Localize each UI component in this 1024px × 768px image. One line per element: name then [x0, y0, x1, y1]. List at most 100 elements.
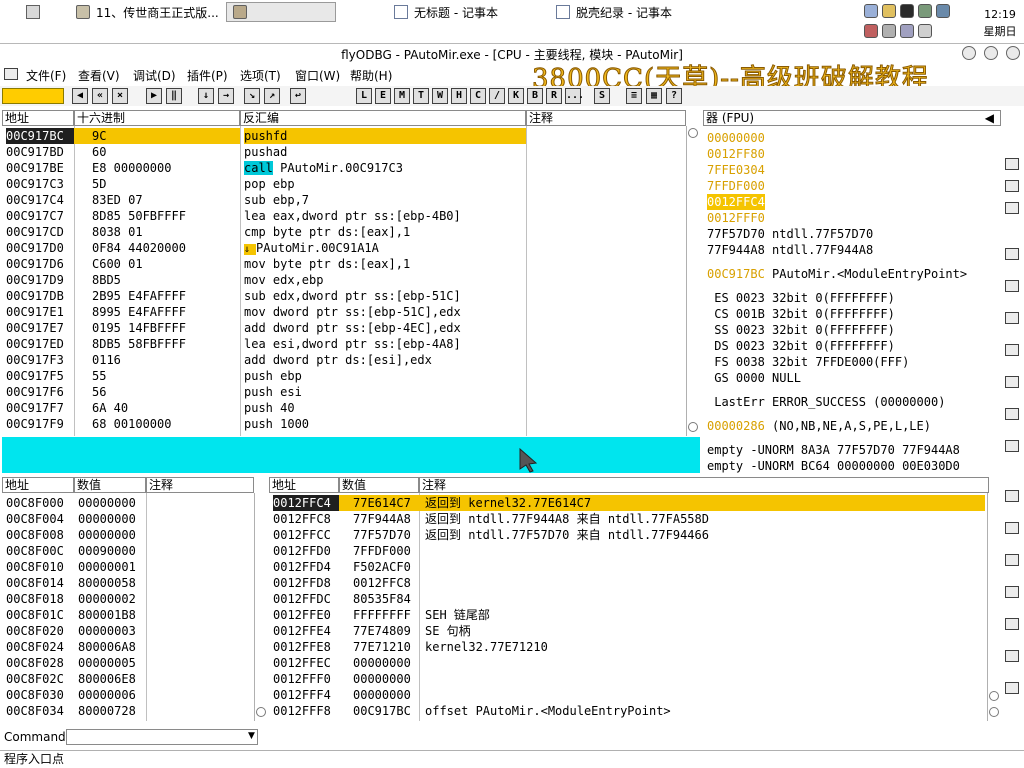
help-icon[interactable]: ? [666, 88, 682, 104]
pause-icon[interactable]: ‖ [166, 88, 182, 104]
menu-plugins[interactable]: 插件(P) [187, 67, 228, 84]
tray-app-icon[interactable] [918, 24, 932, 38]
stack-row[interactable]: 0012FFEC 00000000 [269, 655, 987, 671]
menu-file[interactable]: 文件(F) [26, 67, 66, 84]
dump-row[interactable]: 00C8F000 00000000 [2, 495, 254, 511]
column-header-comment[interactable]: 注释 [146, 477, 254, 493]
column-header-address[interactable]: 地址 [2, 110, 74, 126]
step-into-icon[interactable]: ↓ [198, 88, 214, 104]
column-header-comment[interactable]: 注释 [526, 110, 686, 126]
register-action-icon[interactable] [1005, 248, 1019, 260]
options-icon[interactable]: ≡ [626, 88, 642, 104]
register-line[interactable]: 77F57D70 ntdll.77F57D70 [707, 226, 873, 242]
stack-row[interactable]: 0012FFC4 77E614C7 返回到 kernel32.77E614C7 [269, 495, 987, 511]
register-line[interactable]: 00000286 (NO,NB,NE,A,S,PE,L,LE) [707, 418, 931, 434]
stack-row[interactable]: 0012FFF4 00000000 [269, 687, 987, 703]
command-input[interactable] [66, 729, 258, 745]
stack-pane[interactable]: 地址 数值 注释 0012FFC4 77E614C7 返回到 kernel32.77… [269, 477, 1001, 721]
disasm-row[interactable]: 00C917D0 0F84 44020000 ⇓ PAutoMir.00C91A1A [2, 240, 686, 256]
disasm-row[interactable]: 00C917E7 0195 14FBFFFF add dword ptr ss:[e… [2, 320, 686, 336]
stack-action-icon[interactable] [1005, 650, 1019, 662]
stack-action-icon[interactable] [1005, 586, 1019, 598]
dump-row[interactable]: 00C8F024 800006A8 [2, 639, 254, 655]
register-action-icon[interactable] [1005, 408, 1019, 420]
disasm-row[interactable]: 00C917BC 9C pushfd [2, 128, 686, 144]
maximize-button[interactable] [984, 46, 998, 60]
column-header-value[interactable]: 数值 [74, 477, 146, 493]
registers-pane[interactable]: 器 (FPU) ◀ 00000000 0012FF80 7FFE0304 7FFDF0… [703, 110, 1001, 474]
register-stack-value[interactable]: 7FFE0304 [707, 162, 765, 178]
disasm-row[interactable]: 00C917BD 60 pushad [2, 144, 686, 160]
disasm-row[interactable]: 00C917F7 6A 40 push 40 [2, 400, 686, 416]
column-header-value[interactable]: 数值 [339, 477, 419, 493]
dump-row[interactable]: 00C8F010 00000001 [2, 559, 254, 575]
dump-row[interactable]: 00C8F028 00000005 [2, 655, 254, 671]
volume-icon[interactable] [882, 24, 896, 38]
dump-row[interactable]: 00C8F008 00000000 [2, 527, 254, 543]
run-trace-button[interactable]: ... [565, 88, 584, 104]
register-line[interactable]: FS 0038 32bit 7FFDE000(FFF) [707, 354, 909, 370]
register-action-icon[interactable] [1005, 376, 1019, 388]
register-line[interactable]: 00C917BC PAutoMir.<ModuleEntryPoint> [707, 266, 967, 282]
register-action-icon[interactable] [1005, 344, 1019, 356]
column-header-hex[interactable]: 十六进制 [74, 110, 240, 126]
stack-action-icon[interactable] [1005, 490, 1019, 502]
stack-row[interactable]: 0012FFF8 00C917BC offset PAutoMir.<ModuleE… [269, 703, 987, 719]
step-over-icon[interactable]: → [218, 88, 234, 104]
windows-button[interactable]: W [432, 88, 448, 104]
executables-button[interactable]: E [375, 88, 391, 104]
disasm-row[interactable]: 00C917C3 5D pop ebp [2, 176, 686, 192]
disasm-row[interactable]: 00C917F6 56 push esi [2, 384, 686, 400]
dump-row[interactable]: 00C8F00C 00090000 [2, 543, 254, 559]
register-action-icon[interactable] [1005, 180, 1019, 192]
disassembly-scrollbar[interactable] [686, 126, 699, 436]
appearance-icon[interactable]: ▦ [646, 88, 662, 104]
restart-icon[interactable]: « [92, 88, 108, 104]
register-action-icon[interactable] [1005, 202, 1019, 214]
child-window-icon[interactable] [4, 68, 18, 80]
scroll-up-icon[interactable] [688, 128, 698, 138]
minimize-button[interactable] [962, 46, 976, 60]
register-stack-value[interactable]: 00000000 [707, 130, 765, 146]
dump-row[interactable]: 00C8F014 80000058 [2, 575, 254, 591]
collapse-icon[interactable]: ◀ [985, 111, 994, 125]
register-action-icon[interactable] [1005, 158, 1019, 170]
column-header-address[interactable]: 地址 [2, 477, 74, 493]
register-line[interactable]: LastErr ERROR_SUCCESS (00000000) [707, 394, 945, 410]
tray-app-icon[interactable] [900, 24, 914, 38]
disasm-row[interactable]: 00C917D6 C600 01 mov byte ptr ds:[eax],1 [2, 256, 686, 272]
memory-dump-pane[interactable]: 地址 数值 注释 00C8F000 00000000 00C8F004 0000000… [2, 477, 266, 721]
close-program-icon[interactable]: × [112, 88, 128, 104]
column-header-disassembly[interactable]: 反汇编 [240, 110, 526, 126]
register-action-icon[interactable] [1005, 440, 1019, 452]
handles-button[interactable]: H [451, 88, 467, 104]
register-line[interactable]: GS 0000 NULL [707, 370, 801, 386]
stack-row[interactable]: 0012FFF0 00000000 [269, 671, 987, 687]
dump-row[interactable]: 00C8F030 00000006 [2, 687, 254, 703]
tray-app-icon[interactable] [882, 4, 896, 18]
taskbar-item-debugger[interactable] [226, 2, 336, 22]
disasm-row[interactable]: 00C917D9 8BD5 mov edx,ebp [2, 272, 686, 288]
disasm-row[interactable]: 00C917F5 55 push ebp [2, 368, 686, 384]
disasm-row[interactable]: 00C917CD 8038 01 cmp byte ptr ds:[eax],1 [2, 224, 686, 240]
stack-scrollbar[interactable] [987, 493, 1000, 721]
stack-row[interactable]: 0012FFDC 80535F84 [269, 591, 987, 607]
scroll-down-icon[interactable] [256, 707, 266, 717]
disasm-row[interactable]: 00C917ED 8DB5 58FBFFFF lea esi,dword ptr s… [2, 336, 686, 352]
play-icon[interactable] [900, 4, 914, 18]
chevron-down-icon[interactable]: ▼ [248, 731, 255, 741]
dump-row[interactable]: 00C8F020 00000003 [2, 623, 254, 639]
menu-debug[interactable]: 调试(D) [133, 67, 176, 84]
taskbar-item-tutorial[interactable]: 11、传世商王正式版... [70, 2, 225, 22]
disasm-row[interactable]: 00C917F3 0116 add dword ptr ds:[esi],edx [2, 352, 686, 368]
disasm-row[interactable]: 00C917BE E8 00000000 call PAutoMir.00C917C… [2, 160, 686, 176]
stack-row[interactable]: 0012FFD0 7FFDF000 [269, 543, 987, 559]
stack-row[interactable]: 0012FFD4 F502ACF0 [269, 559, 987, 575]
open-icon[interactable]: ◀ [72, 88, 88, 104]
network-icon[interactable] [864, 4, 878, 18]
run-icon[interactable]: ▶ [146, 88, 162, 104]
register-action-icon[interactable] [1005, 312, 1019, 324]
dump-row[interactable]: 00C8F034 80000728 [2, 703, 254, 719]
dump-scrollbar[interactable] [254, 493, 266, 721]
stack-action-icon[interactable] [1005, 554, 1019, 566]
